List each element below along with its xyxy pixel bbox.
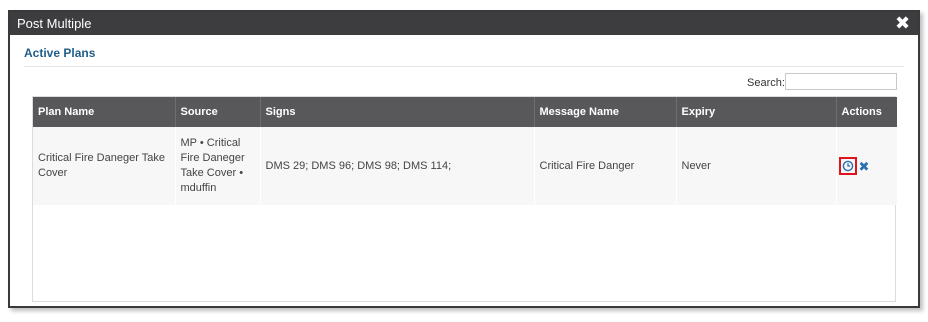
cell-signs: DMS 29; DMS 96; DMS 98; DMS 114; <box>260 127 535 205</box>
column-header-source[interactable]: Source <box>175 97 261 127</box>
cell-expiry: Never <box>676 127 837 205</box>
active-plans-table: Plan Name Source Signs Message Name Expi… <box>32 96 897 302</box>
remove-icon[interactable]: ✖ <box>859 159 870 174</box>
cell-source: MP • Critical Fire Daneger Take Cover • … <box>175 127 261 205</box>
post-multiple-dialog: Post Multiple ✖ Active Plans Search: Pla… <box>8 10 920 308</box>
column-header-signs[interactable]: Signs <box>260 97 535 127</box>
column-header-actions: Actions <box>836 97 897 127</box>
search-label: Search: <box>747 77 785 89</box>
close-icon[interactable]: ✖ <box>893 14 912 33</box>
column-header-message-name[interactable]: Message Name <box>534 97 677 127</box>
cell-actions: ✖ <box>836 127 897 205</box>
section-title: Active Plans <box>24 46 96 60</box>
section-divider <box>24 66 904 67</box>
cell-message-name: Critical Fire Danger <box>534 127 677 205</box>
history-icon[interactable] <box>838 157 857 175</box>
table-header-row: Plan Name Source Signs Message Name Expi… <box>33 97 897 127</box>
dialog-titlebar: Post Multiple ✖ <box>10 12 918 35</box>
dialog-title: Post Multiple <box>17 16 92 31</box>
column-header-expiry[interactable]: Expiry <box>676 97 837 127</box>
column-header-plan-name[interactable]: Plan Name <box>33 97 176 127</box>
cell-plan-name: Critical Fire Daneger Take Cover <box>33 127 176 205</box>
search-input[interactable] <box>785 73 897 90</box>
table-row: Critical Fire Daneger Take Cover MP • Cr… <box>33 127 897 205</box>
